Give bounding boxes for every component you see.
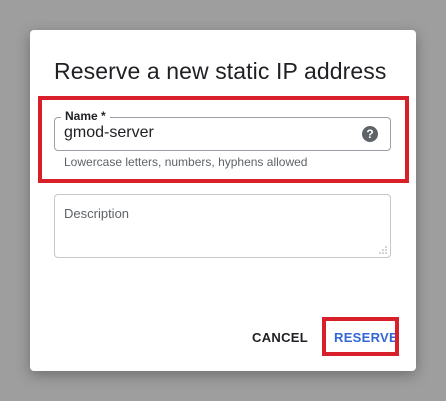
name-input[interactable]: gmod-server [64, 124, 154, 142]
name-field-label: Name * [61, 109, 110, 123]
cancel-button[interactable]: CANCEL [252, 330, 308, 345]
help-icon[interactable]: ? [362, 126, 378, 142]
name-field-hint: Lowercase letters, numbers, hyphens allo… [64, 155, 308, 169]
description-field[interactable]: Description [54, 194, 391, 258]
reserve-button[interactable]: RESERVE [334, 330, 398, 345]
description-placeholder: Description [64, 206, 130, 221]
dialog-title: Reserve a new static IP address [54, 58, 387, 84]
resize-handle-icon[interactable] [379, 246, 387, 254]
name-field[interactable]: Name * gmod-server ? [54, 109, 391, 151]
reserve-ip-dialog: Reserve a new static IP address Name * g… [30, 30, 416, 371]
